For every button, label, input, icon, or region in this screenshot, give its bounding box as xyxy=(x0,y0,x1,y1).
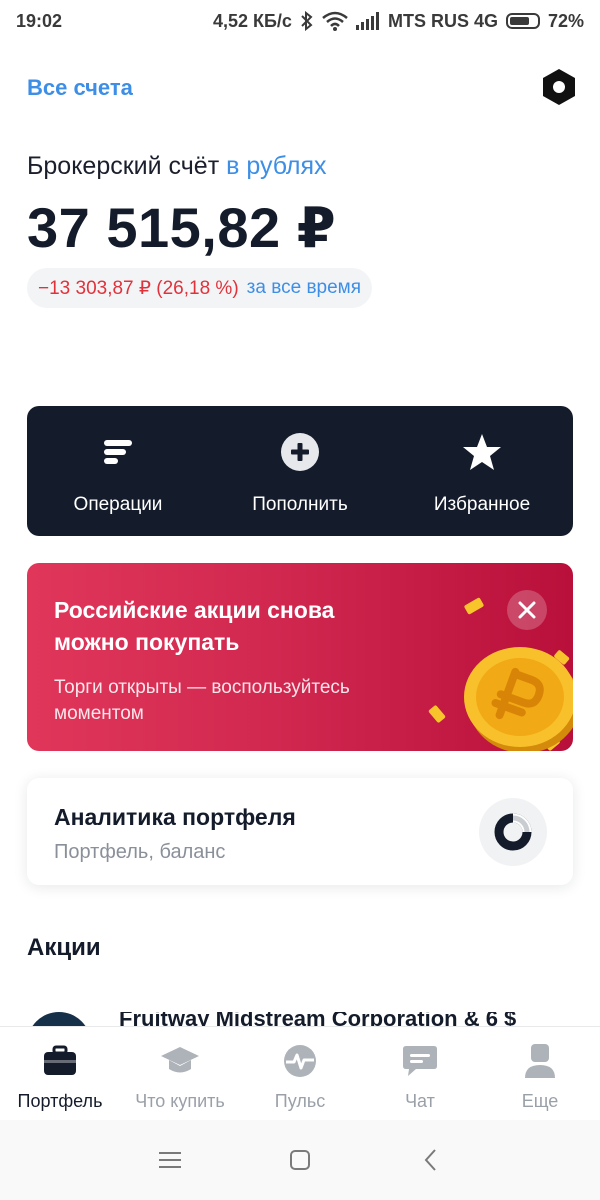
promo-banner[interactable]: Российские акции снова можно покупать То… xyxy=(27,563,573,751)
back-button[interactable] xyxy=(410,1140,450,1180)
nav-chat-label: Чат xyxy=(405,1091,435,1111)
close-icon xyxy=(518,601,536,619)
promo-text: Торги открыты — воспользуйтесь моментом xyxy=(54,677,350,724)
home-square-icon xyxy=(290,1150,310,1170)
top-up-button[interactable]: Пополнить xyxy=(209,406,391,536)
nav-pulse-label: Пульс xyxy=(274,1091,326,1111)
account-balance: 37 515,82 ₽ xyxy=(27,196,337,259)
nav-portfolio-label: Портфель xyxy=(17,1091,103,1111)
nav-pulse[interactable]: Пульс xyxy=(240,1027,360,1120)
all-accounts-link[interactable]: Все счета xyxy=(27,75,133,101)
stock-list-item[interactable]: Fruitway Midstream Corporation & 6 $ xyxy=(27,1012,573,1026)
settings-button[interactable] xyxy=(540,68,578,106)
yield-value: −13 303,87 ₽ (26,18 %) xyxy=(38,277,239,299)
nav-chat[interactable]: Чат xyxy=(360,1027,480,1120)
battery-percent: 72% xyxy=(547,10,584,31)
status-time: 19:02 xyxy=(16,10,63,31)
operations-icon xyxy=(102,430,134,474)
quick-actions-panel: Операции Пополнить Избранное xyxy=(27,406,573,536)
profile-icon xyxy=(524,1043,556,1079)
stocks-section-title: Акции xyxy=(27,934,101,961)
network-speed: 4,52 КБ/с xyxy=(212,10,292,31)
account-type: Брокерский счёт xyxy=(27,152,220,180)
promo-close-button[interactable] xyxy=(507,590,547,630)
yield-pill[interactable]: −13 303,87 ₽ (26,18 %) за все время xyxy=(27,268,373,308)
donut-chart-icon xyxy=(479,798,547,866)
analytics-title: Аналитика портфеля xyxy=(54,804,296,830)
stock-name: Fruitway Midstream Corporation & 6 $ xyxy=(119,1012,517,1026)
bottom-navigation: Портфель Что купить Пульс Чат Еще xyxy=(0,1026,600,1120)
nav-more[interactable]: Еще xyxy=(480,1027,600,1120)
signal-icon xyxy=(355,12,380,30)
operations-label: Операции xyxy=(73,494,163,515)
system-navigation-bar xyxy=(0,1120,600,1200)
pulse-icon xyxy=(282,1043,318,1079)
favorites-label: Избранное xyxy=(433,494,531,515)
currency-selector[interactable]: в рублях xyxy=(226,152,326,180)
carrier-name: MTS RUS 4G xyxy=(387,10,498,31)
status-bar: 19:02 4,52 КБ/с MTS RUS 4G 72% xyxy=(0,0,600,42)
graduation-cap-icon xyxy=(160,1043,200,1079)
nav-what-to-buy-label: Что купить xyxy=(135,1091,225,1111)
status-right: 4,52 КБ/с MTS RUS 4G 72% xyxy=(213,11,584,32)
nav-portfolio[interactable]: Портфель xyxy=(0,1027,120,1120)
stock-logo xyxy=(27,1012,91,1026)
chat-icon xyxy=(402,1043,438,1079)
plus-circle-icon xyxy=(280,430,320,474)
home-button[interactable] xyxy=(280,1140,320,1180)
nav-what-to-buy[interactable]: Что купить xyxy=(120,1027,240,1120)
battery-fill xyxy=(509,17,529,25)
operations-button[interactable]: Операции xyxy=(27,406,209,536)
back-chevron-icon xyxy=(424,1149,436,1171)
bluetooth-icon xyxy=(300,11,314,31)
menu-icon xyxy=(159,1152,181,1168)
portfolio-analytics-card[interactable]: Аналитика портфеля Портфель, баланс xyxy=(27,778,573,885)
yield-period[interactable]: за все время xyxy=(247,277,361,299)
top-up-label: Пополнить xyxy=(252,494,348,515)
ruble-coin-icon xyxy=(428,597,573,751)
briefcase-icon xyxy=(42,1043,78,1079)
wifi-icon xyxy=(322,11,348,31)
analytics-subtitle: Портфель, баланс xyxy=(54,841,226,863)
star-icon xyxy=(462,430,502,474)
menu-button[interactable] xyxy=(150,1140,190,1180)
nav-more-label: Еще xyxy=(521,1091,559,1111)
hexagon-settings-icon xyxy=(543,69,575,105)
battery-icon xyxy=(505,13,540,29)
promo-title: Российские акции снова можно покупать xyxy=(54,597,335,655)
favorites-button[interactable]: Избранное xyxy=(391,406,573,536)
account-title[interactable]: Брокерский счёт в рублях xyxy=(27,152,327,181)
